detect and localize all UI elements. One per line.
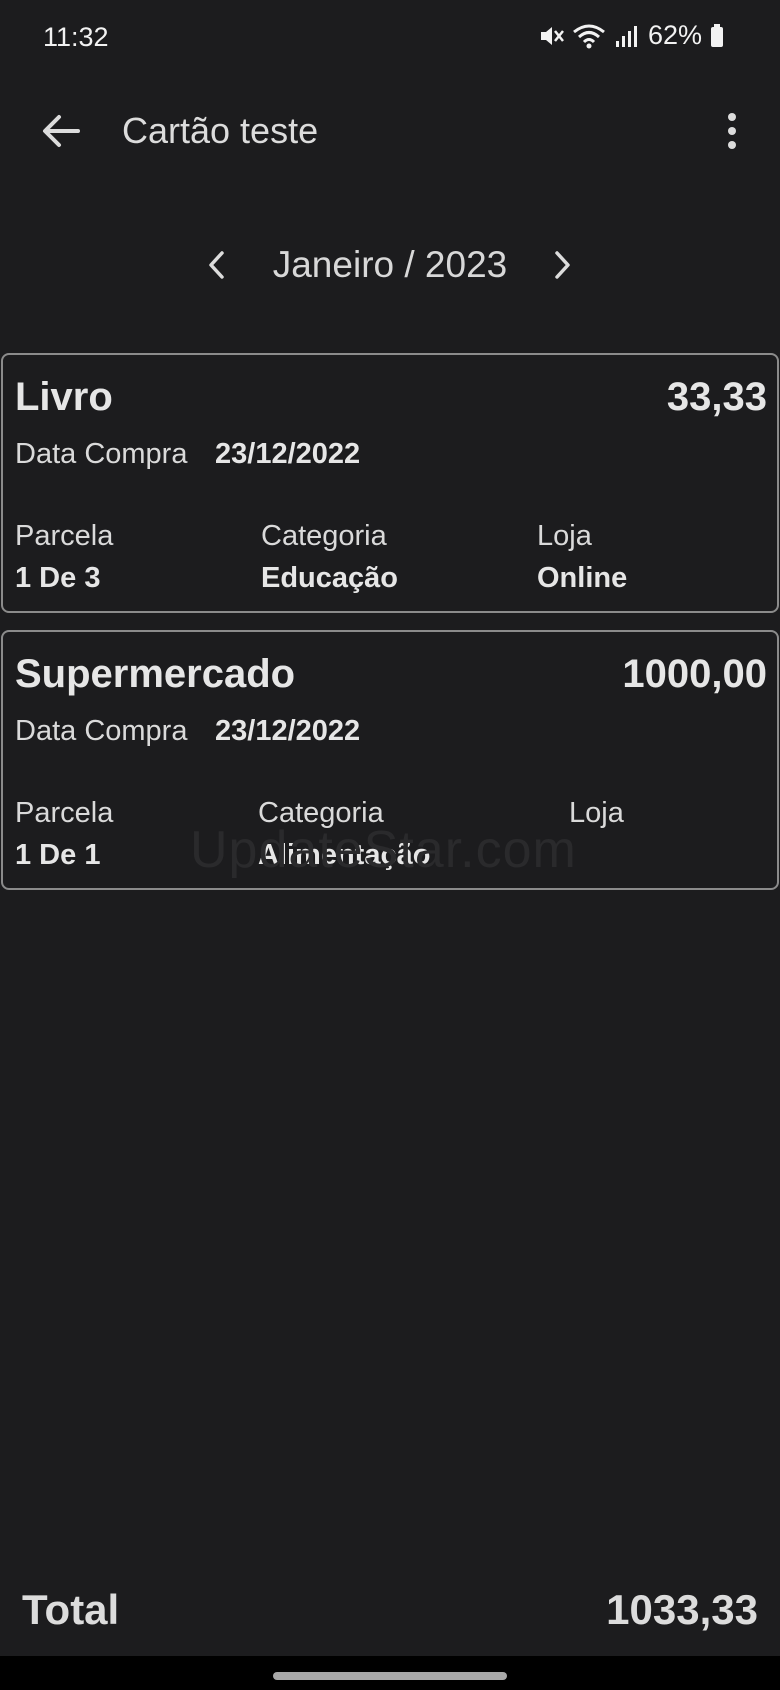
overflow-menu-button[interactable] bbox=[712, 106, 752, 156]
battery-percent: 62% bbox=[647, 20, 702, 50]
home-gesture-handle[interactable] bbox=[273, 1672, 507, 1680]
purchase-date-label: Data Compra bbox=[15, 438, 188, 470]
back-button[interactable] bbox=[36, 106, 86, 156]
battery-icon bbox=[710, 23, 724, 48]
installment-label: Parcela bbox=[15, 797, 114, 829]
status-bar: 11:32 62% bbox=[0, 0, 780, 76]
total-value: 1033,33 bbox=[606, 1586, 758, 1633]
watermark: UpdateStar.com bbox=[190, 821, 577, 879]
purchase-title: Supermercado bbox=[15, 652, 296, 696]
category-label: Categoria bbox=[261, 520, 387, 552]
purchase-amount: 1000,00 bbox=[622, 652, 767, 696]
screen: 11:32 62% Cartão teste Janeiro / 2023 Li… bbox=[0, 0, 780, 1690]
page-title: Cartão teste bbox=[122, 110, 319, 151]
app-bar: Cartão teste bbox=[0, 86, 780, 174]
purchase-card[interactable]: Livro 33,33 Data Compra 23/12/2022 Parce… bbox=[1, 353, 779, 613]
purchase-date: 23/12/2022 bbox=[215, 715, 361, 747]
arrow-back-icon bbox=[43, 115, 80, 147]
purchase-amount: 33,33 bbox=[666, 375, 767, 419]
next-month-button[interactable] bbox=[543, 240, 583, 290]
purchase-title: Livro bbox=[15, 375, 113, 419]
store-label: Loja bbox=[569, 797, 624, 829]
store-label: Loja bbox=[537, 520, 592, 552]
total-label: Total bbox=[22, 1586, 120, 1633]
purchase-date-label: Data Compra bbox=[15, 715, 188, 747]
category-value: Educação bbox=[261, 562, 398, 594]
month-label: Janeiro / 2023 bbox=[272, 244, 508, 285]
store-value: Online bbox=[537, 562, 628, 594]
system-nav-bar bbox=[0, 1656, 780, 1690]
status-time: 11:32 bbox=[43, 22, 109, 52]
month-selector: Janeiro / 2023 bbox=[0, 230, 780, 300]
installment-label: Parcela bbox=[15, 520, 114, 552]
installment-value: 1 De 1 bbox=[15, 839, 101, 871]
wifi-icon bbox=[572, 22, 606, 50]
installment-value: 1 De 3 bbox=[15, 562, 101, 594]
status-icons: 62% bbox=[538, 20, 724, 51]
total-row: Total 1033,33 bbox=[0, 1580, 780, 1640]
more-vertical-icon bbox=[728, 113, 736, 149]
purchase-date: 23/12/2022 bbox=[215, 438, 361, 470]
signal-icon bbox=[614, 23, 640, 49]
mute-icon bbox=[538, 23, 564, 49]
chevron-right-icon bbox=[555, 251, 570, 279]
